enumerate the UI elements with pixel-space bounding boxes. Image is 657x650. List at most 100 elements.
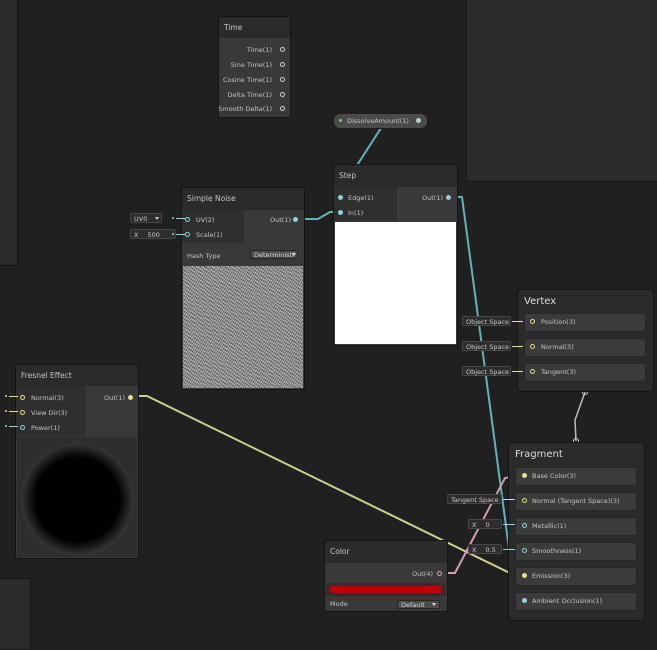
smoothness-field[interactable]: X 0.5 (468, 544, 502, 554)
time-output-port[interactable] (280, 47, 285, 52)
smoothness-label: Smoothness(1) (532, 547, 582, 555)
background-panel-bottom-left (0, 578, 31, 650)
smoothness-block[interactable]: Smoothness(1) (515, 542, 637, 561)
vertex-position-space-chip[interactable]: Object Space (462, 316, 511, 326)
smoothness-input-port[interactable] (522, 548, 527, 553)
simple-noise-node[interactable]: Simple Noise UV(2) Scale(1) Out(1) Hash … (181, 187, 305, 390)
step-preview (335, 222, 456, 344)
cosine-time-output-label: Cosine Time(1) (222, 76, 272, 84)
view-dir-input-port[interactable] (20, 410, 25, 415)
vertex-normal-space-chip[interactable]: Object Space (462, 341, 511, 351)
step-node[interactable]: Step Edge(1) In(1) Out(1) (333, 164, 458, 346)
base-color-block[interactable]: Base Color(3) (515, 467, 637, 486)
vertex-tangent-space-chip[interactable]: Object Space (462, 366, 511, 376)
metallic-input-port[interactable] (522, 523, 527, 528)
color-node[interactable]: Color Out(4) Mode Default (324, 540, 448, 612)
fragment-normal-input-port[interactable] (522, 498, 527, 503)
base-color-input-port[interactable] (522, 473, 527, 478)
vertex-position-space-label: Object Space (466, 318, 510, 326)
hash-type-dropdown[interactable]: Deterministi (250, 250, 298, 259)
metallic-axis-label: X (472, 521, 477, 529)
fragment-stack-title[interactable]: Fragment (515, 449, 563, 460)
wire-step-to-alpha (449, 196, 517, 602)
scale-value: 500 (147, 231, 160, 239)
scale-axis-label: X (134, 231, 139, 239)
fresnel-power-connector-dot (5, 425, 7, 427)
dissolve-amount-output-port[interactable] (416, 118, 421, 123)
background-panel-right (466, 0, 657, 182)
step-node-title[interactable]: Step (334, 165, 457, 187)
vertex-normal-block[interactable]: Normal(3) (524, 338, 646, 357)
emission-label: Emission(3) (532, 572, 571, 580)
power-input-port[interactable] (20, 425, 25, 430)
vertex-stack[interactable]: Vertex Position(3) Normal(3) Tangent(3) (517, 289, 654, 392)
cosine-time-output-port[interactable] (280, 77, 285, 82)
vertex-tangent-connector-line (512, 371, 523, 372)
fresnel-normal-connector-dot (5, 395, 7, 397)
uv-connector-dot (172, 217, 174, 219)
delta-time-output-port[interactable] (280, 92, 285, 97)
mode-chevron-down-icon (432, 603, 436, 606)
vertex-tangent-space-label: Object Space (466, 368, 510, 376)
noise-output-port[interactable] (293, 217, 298, 222)
step-output-label: Out(1) (422, 194, 443, 202)
ambient-occlusion-input-port[interactable] (522, 598, 527, 603)
fresnel-effect-node-title[interactable]: Fresnel Effect (16, 365, 138, 386)
smooth-delta-output-port[interactable] (280, 106, 285, 111)
step-output-port[interactable] (446, 195, 451, 200)
emission-input-port[interactable] (522, 573, 527, 578)
scale-connector-dot (172, 233, 174, 235)
vertex-normal-input-port[interactable] (530, 344, 535, 349)
scale-field[interactable]: X 500 (130, 229, 176, 239)
color-swatch[interactable] (330, 586, 442, 593)
uv-input-label: UV(2) (196, 216, 215, 224)
scale-input-port[interactable] (185, 232, 190, 237)
emission-block[interactable]: Emission(3) (515, 567, 637, 586)
normal-input-port[interactable] (20, 395, 25, 400)
color-output-port[interactable] (437, 571, 442, 576)
edge-input-port[interactable] (338, 195, 343, 200)
vertex-position-block[interactable]: Position(3) (524, 313, 646, 332)
tangent-space-connector-line (503, 499, 515, 500)
step-inputs-panel (334, 187, 397, 221)
position-input-port[interactable] (530, 319, 535, 324)
fresnel-power-connector-line (9, 426, 18, 427)
vertex-stack-title[interactable]: Vertex (524, 296, 556, 307)
smoothness-axis-label: X (472, 546, 477, 554)
mode-value: Default (401, 601, 425, 609)
tangent-input-port[interactable] (530, 369, 535, 374)
metallic-field[interactable]: X 0 (468, 519, 502, 529)
hash-type-label: Hash Type (187, 252, 221, 260)
time-node[interactable]: Time Time(1) Sine Time(1) Cosine Time(1)… (218, 16, 291, 118)
property-dot-icon (339, 119, 342, 122)
base-color-label: Base Color(3) (532, 472, 577, 480)
time-output-label: Time(1) (246, 46, 272, 54)
uv-input-port[interactable] (185, 217, 190, 222)
in-input-port[interactable] (338, 210, 343, 215)
noise-preview (183, 266, 303, 388)
time-node-title[interactable]: Time (219, 17, 290, 38)
fresnel-viewdir-connector-dot (5, 410, 7, 412)
fresnel-output-port[interactable] (128, 395, 133, 400)
edge-input-label: Edge(1) (348, 194, 374, 202)
fragment-stack[interactable]: Fragment Base Color(3) Normal (Tangent S… (508, 442, 645, 621)
fresnel-effect-node[interactable]: Fresnel Effect Normal(3) View Dir(3) Pow… (15, 364, 139, 559)
metallic-value: 0 (485, 521, 490, 529)
color-node-title[interactable]: Color (325, 541, 447, 563)
normal-tangent-space-block[interactable]: Normal (Tangent Space)(3) (515, 492, 637, 511)
tangent-space-chip[interactable]: Tangent Space (447, 494, 502, 504)
dissolve-amount-label: DissolveAmount(1) (347, 117, 409, 125)
smoothness-connector-line (503, 549, 515, 550)
ambient-occlusion-block[interactable]: Ambient Occlusion(1) (515, 592, 637, 611)
vertex-position-connector-line (512, 321, 523, 322)
simple-noise-node-title[interactable]: Simple Noise (182, 188, 304, 210)
vertex-tangent-block[interactable]: Tangent(3) (524, 363, 646, 382)
metallic-block[interactable]: Metallic(1) (515, 517, 637, 536)
fresnel-normal-connector-line (9, 396, 18, 397)
vertex-normal-space-label: Object Space (466, 343, 510, 351)
vertex-normal-label: Normal(3) (541, 343, 574, 351)
sine-time-output-port[interactable] (280, 62, 285, 67)
metallic-label: Metallic(1) (532, 522, 567, 530)
view-dir-input-label: View Dir(3) (31, 409, 68, 417)
dissolve-amount-property[interactable]: DissolveAmount(1) (333, 113, 428, 129)
